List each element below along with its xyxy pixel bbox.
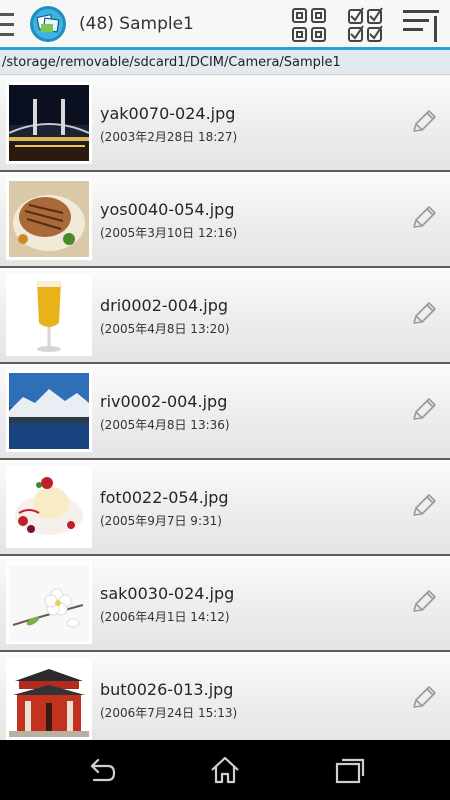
file-name: but0026-013.jpg [100,680,234,699]
file-name: yos0040-054.jpg [100,200,235,219]
file-date: (2005年9月7日 9:31) [100,514,222,528]
select-all-icon[interactable] [346,6,384,44]
file-name: riv0002-004.jpg [100,392,228,411]
system-nav-bar [0,740,450,800]
edit-pencil-icon[interactable] [409,589,437,617]
night-bridge-photo [9,85,89,161]
edit-pencil-icon[interactable] [409,301,437,329]
home-icon[interactable] [208,754,242,786]
list-item[interactable]: dri0002-004.jpg (2005年4月8日 13:20) [0,268,450,364]
page-title: (48) Sample1 [79,14,194,34]
thumbnail[interactable] [6,178,92,260]
file-name: fot0022-054.jpg [100,488,229,507]
temple-gate-photo [9,661,89,737]
file-name: yak0070-024.jpg [100,104,236,123]
edit-pencil-icon[interactable] [409,205,437,233]
thumbnail[interactable] [6,274,92,356]
edit-pencil-icon[interactable] [409,493,437,521]
cherry-blossom-photo [9,565,89,641]
file-name: dri0002-004.jpg [100,296,229,315]
list-item[interactable]: sak0030-024.jpg (2006年4月1日 14:12) [0,556,450,652]
list-item[interactable]: yak0070-024.jpg (2003年2月28日 18:27) [0,76,450,172]
app-logo-icon[interactable] [29,5,67,43]
recent-apps-icon[interactable] [333,754,367,786]
file-date: (2006年7月24日 15:13) [100,706,238,720]
file-date: (2005年3月10日 12:16) [100,226,238,240]
thumbnail[interactable] [6,370,92,452]
back-icon[interactable] [84,754,118,786]
edit-pencil-icon[interactable] [409,109,437,137]
snowy-mountain-lake-photo [9,373,89,449]
current-path: /storage/removable/sdcard1/DCIM/Camera/S… [2,55,341,70]
file-list[interactable]: yak0070-024.jpg (2003年2月28日 18:27) yos00… [0,76,450,740]
menu-icon[interactable] [0,11,17,39]
file-date: (2005年4月8日 13:36) [100,418,230,432]
thumbnail[interactable] [6,466,92,548]
file-date: (2003年2月28日 18:27) [100,130,238,144]
thumbnail[interactable] [6,82,92,164]
edit-pencil-icon[interactable] [409,397,437,425]
dessert-plate-photo [9,469,89,545]
edit-pencil-icon[interactable] [409,685,437,713]
sort-menu-icon[interactable] [402,6,440,44]
list-item[interactable]: fot0022-054.jpg (2005年9月7日 9:31) [0,460,450,556]
list-item[interactable]: riv0002-004.jpg (2005年4月8日 13:36) [0,364,450,460]
file-date: (2006年4月1日 14:12) [100,610,230,624]
thumbnail[interactable] [6,658,92,740]
file-date: (2005年4月8日 13:20) [100,322,230,336]
grilled-meat-photo [9,181,89,257]
thumbnail[interactable] [6,562,92,644]
path-bar: /storage/removable/sdcard1/DCIM/Camera/S… [0,50,450,75]
app-toolbar: (48) Sample1 [0,0,450,50]
grid-view-icon[interactable] [290,6,328,44]
file-name: sak0030-024.jpg [100,584,235,603]
list-item[interactable]: but0026-013.jpg (2006年7月24日 15:13) [0,652,450,740]
list-item[interactable]: yos0040-054.jpg (2005年3月10日 12:16) [0,172,450,268]
beer-glass-photo [9,277,89,353]
